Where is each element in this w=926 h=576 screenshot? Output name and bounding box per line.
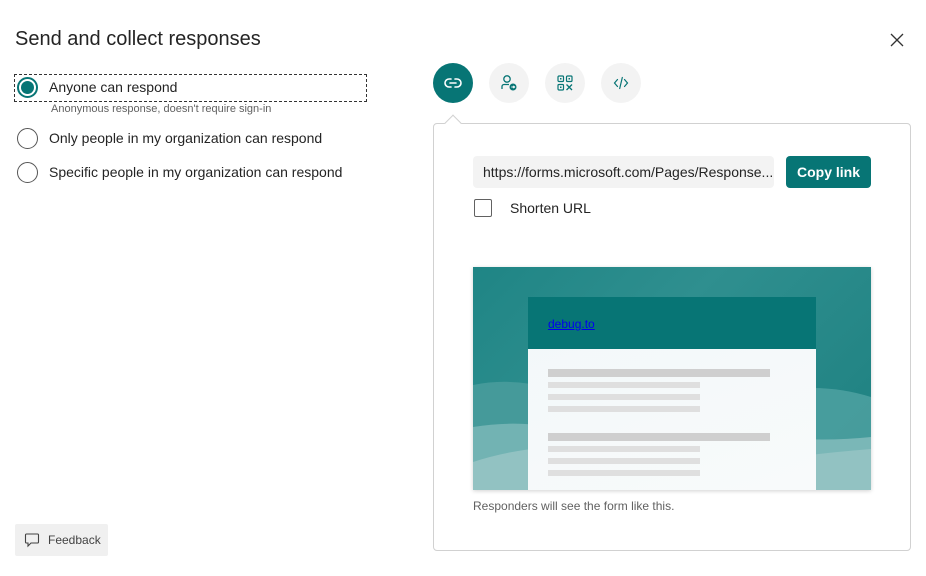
url-field[interactable]: https://forms.microsoft.com/Pages/Respon… <box>473 156 774 188</box>
preview-form-card: debug.to <box>528 297 816 490</box>
copy-link-button[interactable]: Copy link <box>786 156 871 188</box>
placeholder-line <box>548 470 700 476</box>
option-anyone-sublabel: Anonymous response, doesn't require sign… <box>51 103 272 115</box>
option-organization-label: Only people in my organization can respo… <box>49 130 323 146</box>
radio-specific-people[interactable] <box>17 162 38 183</box>
option-anyone[interactable]: Anyone can respond <box>14 74 367 102</box>
preview-form-title[interactable]: debug.to <box>548 317 595 331</box>
form-preview: debug.to <box>473 267 871 490</box>
share-method-tabs <box>433 63 641 103</box>
link-icon <box>444 78 462 88</box>
close-icon <box>890 33 904 47</box>
placeholder-line <box>548 406 700 412</box>
tab-embed[interactable] <box>601 63 641 103</box>
shorten-url-option[interactable]: Shorten URL <box>474 199 591 217</box>
option-organization[interactable]: Only people in my organization can respo… <box>15 126 322 150</box>
placeholder-line <box>548 458 700 464</box>
placeholder-line <box>548 382 700 388</box>
qr-code-icon <box>557 75 573 91</box>
preview-caption: Responders will see the form like this. <box>473 499 675 513</box>
tab-invite[interactable] <box>489 63 529 103</box>
option-specific-people-label: Specific people in my organization can r… <box>49 164 343 180</box>
feedback-label: Feedback <box>48 533 101 547</box>
shorten-url-label: Shorten URL <box>510 200 591 216</box>
feedback-button[interactable]: Feedback <box>15 524 108 556</box>
radio-organization[interactable] <box>17 128 38 149</box>
placeholder-line <box>548 369 770 377</box>
close-button[interactable] <box>886 29 908 51</box>
radio-anyone[interactable] <box>17 77 38 98</box>
code-icon <box>613 76 629 90</box>
comment-icon <box>24 533 40 548</box>
option-specific-people[interactable]: Specific people in my organization can r… <box>15 160 342 184</box>
preview-form-header: debug.to <box>528 297 816 349</box>
shorten-url-checkbox[interactable] <box>474 199 492 217</box>
tab-qr-code[interactable] <box>545 63 585 103</box>
placeholder-line <box>548 433 770 441</box>
placeholder-line <box>548 446 700 452</box>
person-send-icon <box>501 75 517 91</box>
tab-link[interactable] <box>433 63 473 103</box>
option-anyone-label: Anyone can respond <box>49 79 178 95</box>
placeholder-line <box>548 394 700 400</box>
dialog-title: Send and collect responses <box>15 28 261 50</box>
